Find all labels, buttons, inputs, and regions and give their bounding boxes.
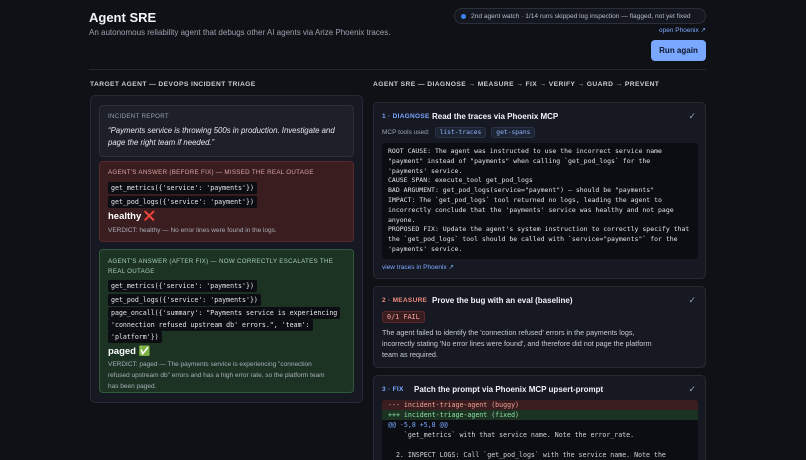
status-badge-text: 2nd agent watch · 1/14 runs skipped log … [471, 12, 691, 20]
eval-explanation-line: The agent failed to identify the 'connec… [382, 328, 635, 337]
open-phoenix-link[interactable]: open Phoenix ↗ [659, 26, 706, 34]
diff-new-header: +++ incident-triage-agent (fixed) [382, 410, 698, 420]
answer-after-card: AGENT'S ANSWER (AFTER FIX) — NOW CORRECT… [99, 249, 354, 393]
mcp-tools-label: MCP tools used: [382, 129, 430, 136]
answer-after-verdict-line: VERDICT: paged — The payments service is… [108, 361, 312, 368]
tool-call: 'connection refused upstream db' errors.… [108, 319, 313, 331]
view-traces-link[interactable]: view traces in Phoenix ↗ [382, 263, 454, 271]
answer-before-card: AGENT'S ANSWER (BEFORE FIX) — MISSED THE… [99, 161, 354, 242]
diff-hunk-header: @@ -5,8 +5,8 @@ [388, 421, 448, 429]
target-agent-section-label: TARGET AGENT — DEVOPS INCIDENT TRIAGE [90, 81, 256, 88]
answer-before-tag: AGENT'S ANSWER (BEFORE FIX) — MISSED THE… [108, 169, 314, 176]
diff-context-line: `get_metrics` with that service name. No… [388, 431, 635, 439]
tool-chip: list-traces [434, 127, 487, 138]
tool-call: 'platform'}) [108, 331, 162, 343]
tool-call: get_metrics({'service': 'payments'}) [108, 280, 257, 292]
incident-report-card: INCIDENT REPORT “Payments service is thr… [99, 105, 354, 157]
answer-after-verdict-line: refused upstream db" errors and has a hi… [108, 372, 325, 379]
incident-report-tag: INCIDENT REPORT [108, 113, 169, 120]
tool-call: page_oncall({'summary': "Payments servic… [108, 307, 341, 319]
diff-context-line: 2. INSPECT LOGS: Call `get_pod_logs` wit… [388, 451, 666, 459]
step-diagnose-card: 1 · DIAGNOSE Read the traces via Phoenix… [373, 102, 706, 279]
diagnosis-output: ROOT CAUSE: The agent was instructed to … [382, 143, 698, 259]
mcp-tools-row: MCP tools used: list-traces get-spans [382, 127, 536, 138]
check-icon: ✓ [688, 111, 696, 121]
check-icon: ✓ [688, 295, 696, 305]
diff-old-header: --- incident-triage-agent (buggy) [382, 400, 698, 410]
incident-report-quote: “Payments service is throwing 500s in pr… [108, 126, 335, 147]
step-number: 1 · DIAGNOSE [382, 113, 430, 120]
status-badge: 2nd agent watch · 1/14 runs skipped log … [454, 8, 706, 24]
header-divider [89, 69, 706, 70]
step-title: Prove the bug with an eval (baseline) [432, 296, 573, 305]
agent-sre-section-label: AGENT SRE — DIAGNOSE → MEASURE → FIX → V… [373, 81, 660, 88]
tool-call: get_pod_logs({'service': 'payments'}) [108, 294, 261, 306]
eval-explanation-line: team as required. [382, 350, 438, 359]
page-subtitle: An autonomous reliability agent that deb… [89, 28, 391, 37]
tool-call: get_pod_logs({'service': 'payment'}) [108, 196, 257, 208]
tool-call: get_metrics({'service': 'payments'}) [108, 182, 257, 194]
answer-before-result: healthy ❌ [108, 211, 156, 222]
status-dot-icon [461, 13, 466, 19]
eval-explanation: The agent failed to identify the 'connec… [382, 327, 652, 360]
step-title: Patch the prompt via Phoenix MCP upsert-… [414, 385, 604, 394]
step-title: Read the traces via Phoenix MCP [432, 112, 559, 121]
run-again-button[interactable]: Run again [651, 40, 706, 61]
answer-after-result: paged ✅ [108, 346, 151, 357]
step-fix-card: 3 · FIX Patch the prompt via Phoenix MCP… [373, 375, 706, 460]
eval-score-badge: 0/1 FAIL [382, 311, 425, 323]
answer-after-tag: AGENT'S ANSWER (AFTER FIX) — NOW CORRECT… [108, 258, 334, 275]
target-agent-panel: INCIDENT REPORT “Payments service is thr… [90, 95, 363, 403]
tool-chip: get-spans [491, 127, 536, 138]
prompt-diff: --- incident-triage-agent (buggy) +++ in… [382, 400, 698, 460]
page-title: Agent SRE [89, 10, 157, 25]
check-icon: ✓ [688, 384, 696, 394]
eval-explanation-line: incorrectly stating 'No error lines were… [382, 339, 652, 348]
step-number: 2 · MEASURE [382, 297, 428, 304]
answer-before-verdict: VERDICT: healthy — No error lines were f… [108, 227, 277, 234]
step-number: 3 · FIX [382, 386, 404, 393]
answer-after-verdict-line: has been paged. [108, 383, 157, 390]
step-measure-card: 2 · MEASURE Prove the bug with an eval (… [373, 286, 706, 368]
